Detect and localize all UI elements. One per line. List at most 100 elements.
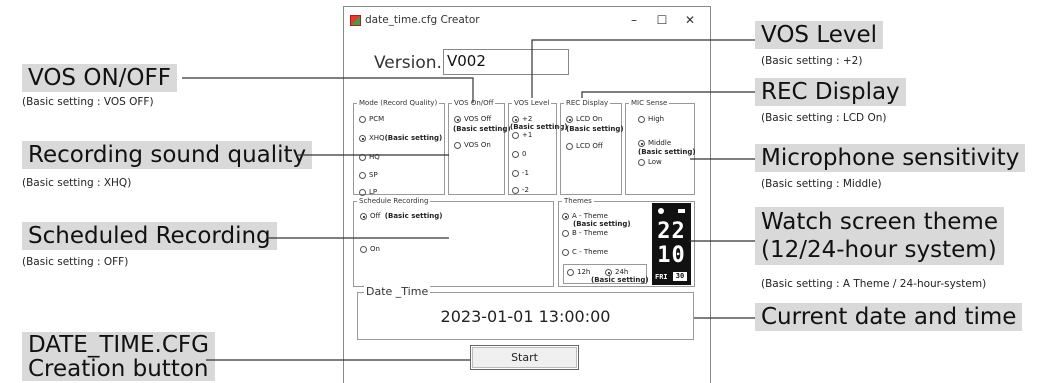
mic-sense-group-title: MIC Sense bbox=[629, 98, 670, 108]
app-icon bbox=[350, 14, 361, 26]
basic-setting-note: (Basic setting) bbox=[591, 276, 649, 284]
watch-preview: 22 10 FRI 30 bbox=[652, 203, 691, 285]
current-datetime: 2023-01-01 13:00:00 bbox=[440, 307, 611, 326]
callout-vos-level-note: (Basic setting : +2) bbox=[761, 55, 863, 67]
watch-battery-icon bbox=[678, 209, 685, 213]
vos-level-minus2-option[interactable]: -2 bbox=[512, 186, 529, 195]
option-label: VOS On bbox=[464, 141, 491, 149]
option-label: Off bbox=[370, 212, 381, 220]
option-label: SP bbox=[369, 171, 378, 179]
mode-option-sp[interactable]: SP bbox=[359, 171, 378, 180]
vos-on-option[interactable]: VOS On bbox=[454, 141, 491, 150]
callout-quality: Recording sound quality bbox=[22, 141, 313, 170]
callout-current-datetime: Current date and time bbox=[755, 303, 1023, 332]
callout-rec-display-note: (Basic setting : LCD On) bbox=[761, 112, 887, 124]
vos-level-group-title: VOS Level bbox=[512, 98, 552, 108]
radio-icon bbox=[512, 187, 519, 194]
close-icon[interactable]: ✕ bbox=[676, 11, 704, 29]
theme-c-option[interactable]: C - Theme bbox=[562, 248, 608, 257]
option-label: LCD Off bbox=[576, 142, 603, 150]
radio-icon bbox=[512, 132, 519, 139]
watch-hours: 22 bbox=[657, 219, 686, 244]
window-title: date_time.cfg Creator bbox=[365, 14, 480, 26]
radio-icon bbox=[567, 269, 574, 276]
radio-icon bbox=[638, 116, 645, 123]
option-label: High bbox=[648, 115, 665, 123]
vos-level-minus1-option[interactable]: -1 bbox=[512, 169, 529, 178]
schedule-off-option[interactable]: Off (Basic setting) bbox=[360, 212, 442, 221]
radio-selected-icon bbox=[454, 116, 461, 123]
radio-selected-icon bbox=[360, 213, 367, 220]
version-input[interactable]: V002 bbox=[443, 49, 569, 75]
basic-setting-note: (Basic setting) bbox=[384, 134, 443, 142]
basic-setting-note: (Basic setting) bbox=[638, 148, 696, 156]
rec-display-group: REC Display LCD On (Basic setting) LCD O… bbox=[560, 98, 624, 195]
callout-scheduled-note: (Basic setting : OFF) bbox=[22, 256, 129, 268]
radio-selected-icon bbox=[605, 269, 612, 276]
vos-onoff-group-title: VOS On/Off bbox=[452, 98, 496, 108]
callout-creation-line2: Creation button bbox=[28, 356, 209, 382]
radio-icon bbox=[512, 151, 519, 158]
radio-selected-icon bbox=[566, 116, 573, 123]
vos-level-plus1-option[interactable]: +1 bbox=[512, 131, 532, 140]
radio-selected-icon bbox=[512, 116, 519, 123]
option-label: B - Theme bbox=[572, 229, 608, 237]
option-label: PCM bbox=[369, 115, 385, 123]
minimize-icon[interactable]: – bbox=[620, 11, 648, 29]
callout-theme: Watch screen theme (12/24-hour system) bbox=[755, 207, 1004, 265]
maximize-icon[interactable]: ☐ bbox=[648, 11, 676, 29]
watch-day: FRI bbox=[655, 273, 668, 281]
callout-vos-level: VOS Level bbox=[755, 21, 884, 50]
watch-dot-icon bbox=[658, 208, 664, 214]
option-label: LCD On bbox=[576, 115, 603, 123]
hour-system-box: 12h 24h (Basic setting) bbox=[563, 264, 649, 284]
radio-icon bbox=[562, 230, 569, 237]
radio-icon bbox=[512, 170, 519, 177]
radio-icon bbox=[359, 189, 366, 196]
start-button[interactable]: Start bbox=[470, 345, 579, 370]
schedule-group: Schedule Recording Off (Basic setting) O… bbox=[353, 196, 554, 287]
option-label: C - Theme bbox=[572, 248, 609, 256]
vos-off-option[interactable]: VOS Off bbox=[454, 115, 491, 124]
radio-icon bbox=[359, 154, 366, 161]
basic-setting-note: (Basic setting) bbox=[384, 212, 443, 220]
radio-selected-icon bbox=[562, 213, 569, 220]
vos-onoff-group: VOS On/Off VOS Off (Basic setting) VOS O… bbox=[448, 98, 511, 195]
mode-option-xhq[interactable]: XHQ (Basic setting) bbox=[359, 134, 442, 143]
mode-option-hq[interactable]: HQ bbox=[359, 153, 380, 162]
window-controls: – ☐ ✕ bbox=[620, 11, 704, 29]
mic-middle-option[interactable]: Middle bbox=[638, 139, 671, 148]
option-label: +1 bbox=[522, 131, 533, 139]
mic-low-option[interactable]: Low bbox=[638, 158, 662, 167]
mode-option-pcm[interactable]: PCM bbox=[359, 115, 384, 124]
vos-level-0-option[interactable]: 0 bbox=[512, 150, 526, 159]
basic-setting-note: (Basic setting) bbox=[453, 125, 511, 133]
callout-theme-line1: Watch screen theme bbox=[761, 209, 998, 235]
title-bar[interactable]: date_time.cfg Creator – ☐ ✕ bbox=[344, 7, 710, 33]
radio-selected-icon bbox=[638, 140, 645, 147]
lcd-off-option[interactable]: LCD Off bbox=[566, 142, 603, 151]
hour-12-option[interactable]: 12h bbox=[567, 268, 590, 277]
themes-group-title: Themes bbox=[562, 196, 594, 206]
callout-theme-note: (Basic setting : A Theme / 24-hour-syste… bbox=[761, 278, 987, 290]
option-label: -2 bbox=[522, 186, 529, 194]
option-label: -1 bbox=[522, 169, 529, 177]
callout-creation-line1: DATE_TIME.CFG bbox=[28, 332, 209, 358]
theme-b-option[interactable]: B - Theme bbox=[562, 229, 608, 238]
mic-high-option[interactable]: High bbox=[638, 115, 664, 124]
radio-icon bbox=[454, 142, 461, 149]
datetime-title: Date _Time bbox=[364, 285, 431, 299]
basic-setting-note: (Basic setting) bbox=[566, 125, 624, 133]
vos-level-group: VOS Level +2 (Basic setting) +1 0 -1 -2 bbox=[508, 98, 568, 195]
callout-microphone-note: (Basic setting : Middle) bbox=[761, 178, 882, 190]
callout-vos-onoff-note: (Basic setting : VOS OFF) bbox=[22, 96, 154, 108]
callout-vos-onoff: VOS ON/OFF bbox=[22, 64, 177, 93]
option-label: HQ bbox=[369, 153, 380, 161]
app-window: date_time.cfg Creator – ☐ ✕ Version. V00… bbox=[343, 6, 711, 383]
callout-microphone: Microphone sensitivity bbox=[755, 144, 1026, 173]
mode-group: Mode (Record Quality) PCM XHQ (Basic sett… bbox=[353, 98, 445, 196]
callout-scheduled: Scheduled Recording bbox=[22, 222, 277, 251]
lcd-on-option[interactable]: LCD On bbox=[566, 115, 602, 124]
schedule-on-option[interactable]: On bbox=[360, 245, 380, 254]
option-label: VOS Off bbox=[464, 115, 492, 123]
